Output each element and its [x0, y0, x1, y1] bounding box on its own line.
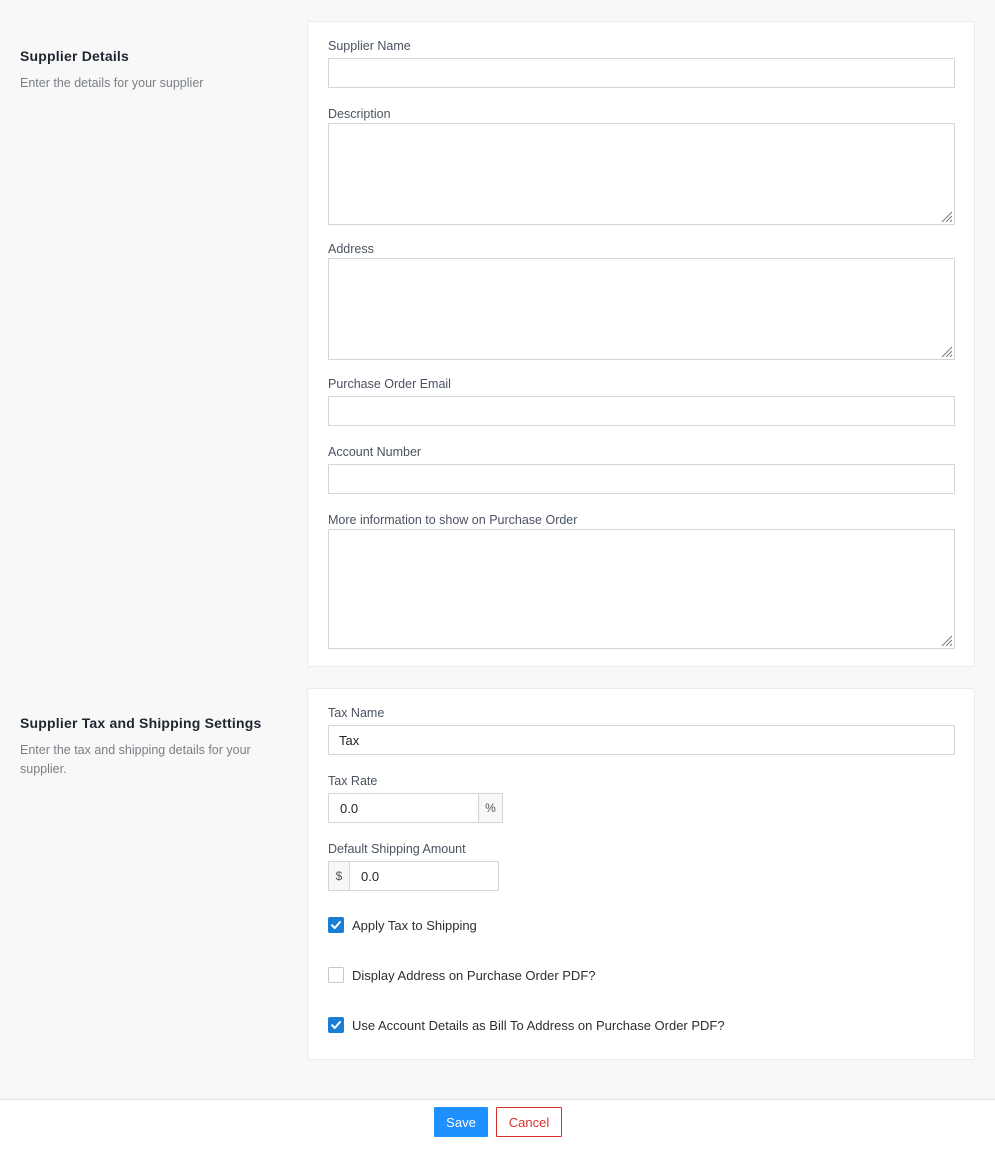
checkbox-label: Use Account Details as Bill To Address o…	[352, 1017, 725, 1033]
address-textarea[interactable]	[328, 258, 955, 360]
more-info-label: More information to show on Purchase Ord…	[328, 513, 578, 527]
dollar-addon: $	[328, 861, 349, 891]
checkbox-icon[interactable]	[328, 1017, 344, 1033]
checkmark-icon	[331, 1021, 341, 1029]
supplier-details-header: Supplier Details Enter the details for y…	[20, 48, 280, 93]
default-shipping-input[interactable]	[349, 861, 499, 891]
description-wrapper	[328, 123, 955, 225]
supplier-name-input[interactable]	[328, 58, 955, 88]
resize-grip-icon[interactable]	[941, 211, 953, 223]
supplier-details-title: Supplier Details	[20, 48, 130, 64]
tax-rate-label: Tax Rate	[328, 774, 378, 788]
default-shipping-label: Default Shipping Amount	[328, 842, 466, 856]
tax-name-label: Tax Name	[328, 706, 385, 720]
use-account-bill-to-checkbox[interactable]: Use Account Details as Bill To Address o…	[328, 1017, 725, 1033]
apply-tax-shipping-checkbox[interactable]: Apply Tax to Shipping	[328, 917, 477, 933]
default-shipping-group: $	[328, 861, 499, 891]
address-wrapper	[328, 258, 955, 360]
account-number-input[interactable]	[328, 464, 955, 494]
tax-shipping-card: Tax Name Tax Rate % Default Shipping Amo…	[307, 688, 975, 1060]
display-address-pdf-checkbox[interactable]: Display Address on Purchase Order PDF?	[328, 967, 596, 983]
percent-addon: %	[478, 793, 503, 823]
tax-name-input[interactable]	[328, 725, 955, 755]
po-email-input[interactable]	[328, 396, 955, 426]
checkbox-icon[interactable]	[328, 967, 344, 983]
supplier-details-description: Enter the details for your supplier	[20, 76, 204, 90]
resize-grip-icon[interactable]	[941, 346, 953, 358]
checkmark-icon	[331, 921, 341, 929]
tax-rate-input[interactable]	[328, 793, 478, 823]
tax-shipping-title: Supplier Tax and Shipping Settings	[20, 715, 262, 731]
checkbox-label: Display Address on Purchase Order PDF?	[352, 967, 596, 983]
tax-shipping-section: Supplier Tax and Shipping Settings Enter…	[0, 680, 995, 1080]
tax-shipping-description: Enter the tax and shipping details for y…	[20, 743, 251, 776]
po-email-label: Purchase Order Email	[328, 377, 451, 391]
tax-rate-group: %	[328, 793, 503, 823]
cancel-button[interactable]: Cancel	[496, 1107, 562, 1137]
checkbox-icon[interactable]	[328, 917, 344, 933]
address-label: Address	[328, 242, 374, 256]
description-label: Description	[328, 107, 391, 121]
checkbox-label: Apply Tax to Shipping	[352, 917, 477, 933]
supplier-name-label: Supplier Name	[328, 39, 411, 53]
more-info-textarea[interactable]	[328, 529, 955, 649]
form-footer: Save Cancel	[0, 1099, 995, 1149]
tax-shipping-header: Supplier Tax and Shipping Settings Enter…	[20, 715, 280, 779]
description-textarea[interactable]	[328, 123, 955, 225]
save-button[interactable]: Save	[434, 1107, 488, 1137]
more-info-wrapper	[328, 529, 955, 649]
resize-grip-icon[interactable]	[941, 635, 953, 647]
account-number-label: Account Number	[328, 445, 422, 459]
supplier-details-card: Supplier Name Description Address Purcha…	[307, 21, 975, 667]
supplier-details-section: Supplier Details Enter the details for y…	[0, 0, 995, 680]
